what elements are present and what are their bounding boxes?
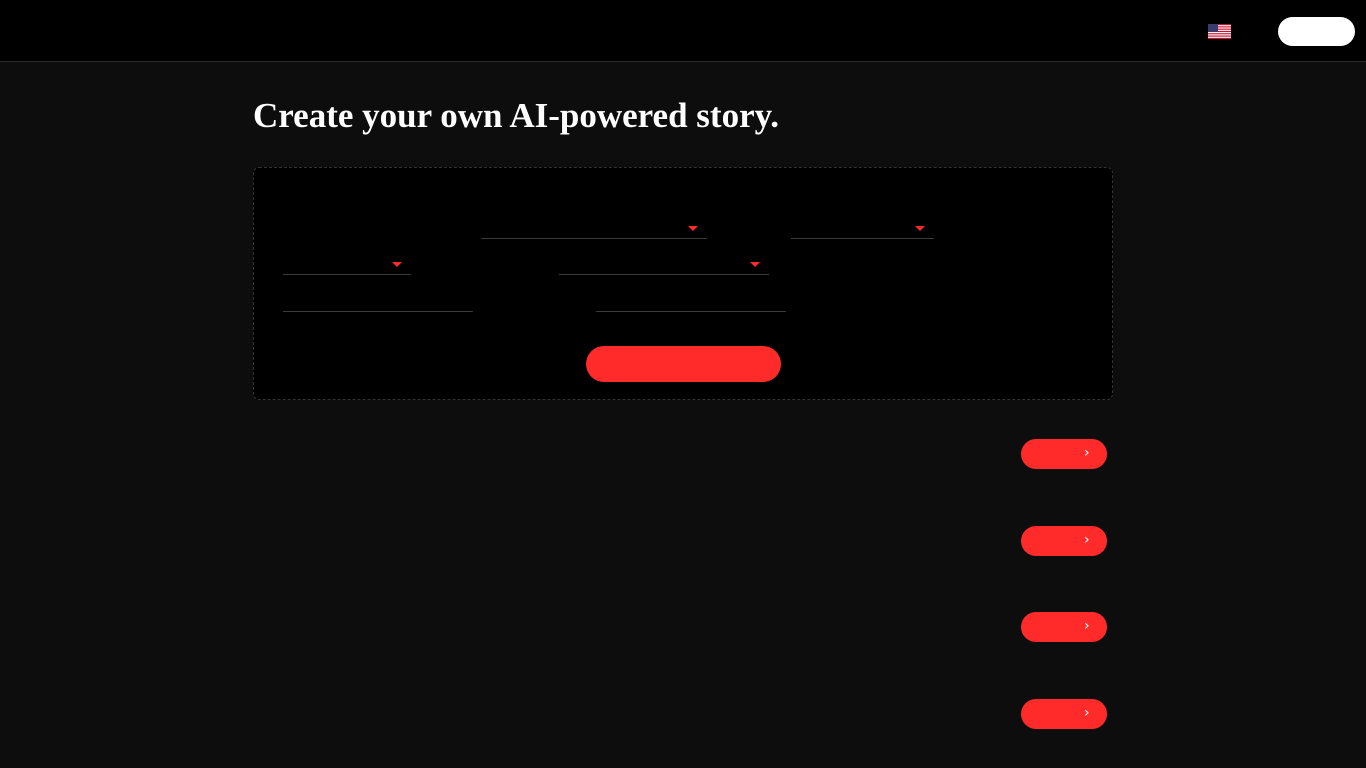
chevron-right-icon: › (1084, 705, 1090, 721)
story-action-button-1[interactable]: › (1021, 439, 1107, 469)
page-title: Create your own AI-powered story. (253, 96, 779, 135)
caret-down-icon (688, 226, 698, 231)
caret-down-icon (392, 262, 402, 267)
caret-down-icon (750, 262, 760, 267)
story-select-3[interactable] (283, 249, 411, 275)
story-form-panel (253, 167, 1113, 400)
story-text-input-2[interactable] (596, 286, 786, 312)
top-bar (0, 0, 1366, 62)
chevron-right-icon: › (1084, 532, 1090, 548)
chevron-right-icon: › (1084, 445, 1090, 461)
generate-story-button[interactable] (586, 346, 781, 382)
chevron-right-icon: › (1084, 618, 1090, 634)
us-flag-icon[interactable] (1208, 24, 1231, 39)
story-select-2[interactable] (791, 213, 934, 239)
story-select-4[interactable] (559, 249, 769, 275)
story-text-input-1[interactable] (283, 286, 473, 312)
account-button[interactable] (1278, 17, 1355, 46)
story-select-1[interactable] (481, 213, 707, 239)
story-action-button-2[interactable]: › (1021, 526, 1107, 556)
story-action-button-3[interactable]: › (1021, 612, 1107, 642)
caret-down-icon (915, 226, 925, 231)
story-action-button-4[interactable]: › (1021, 699, 1107, 729)
